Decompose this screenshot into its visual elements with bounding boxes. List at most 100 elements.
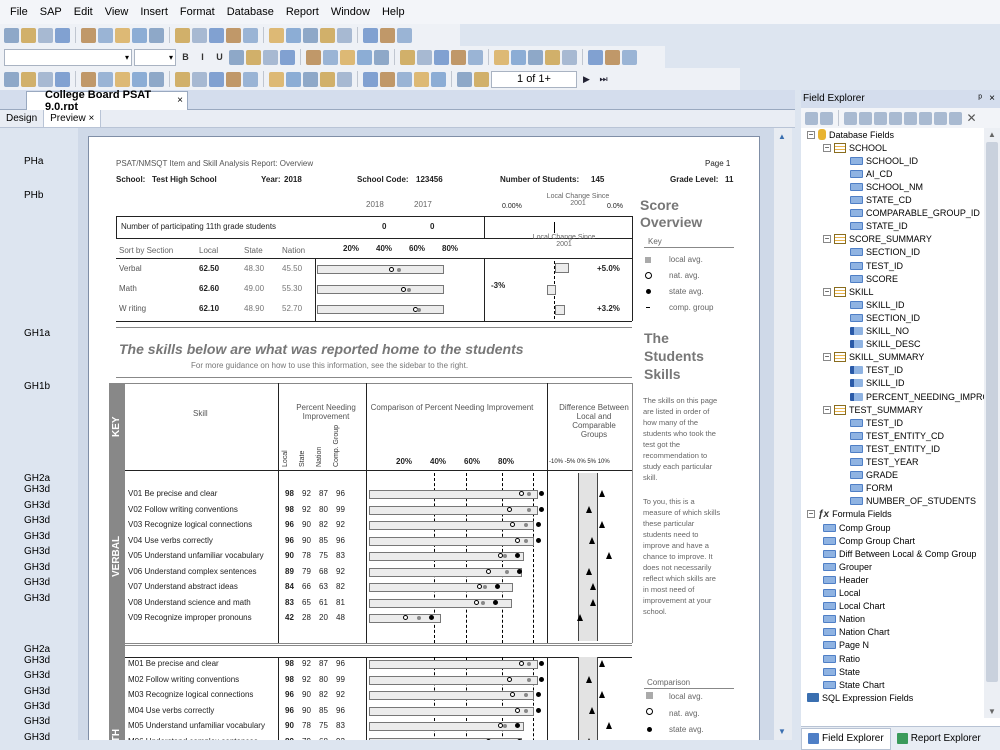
menu-insert[interactable]: Insert	[134, 0, 174, 24]
tree-node[interactable]: − ƒx Formula Fields	[807, 508, 892, 521]
format-tool-icon[interactable]	[246, 49, 261, 65]
toolbar-tool-icon[interactable]	[243, 27, 258, 43]
menu-format[interactable]: Format	[174, 0, 221, 24]
tree-node[interactable]: TEST_ID	[839, 416, 903, 429]
table-expander-icon[interactable]: −	[823, 353, 831, 362]
tree-node[interactable]: SKILL_DESC	[839, 338, 921, 351]
close-icon[interactable]: ×	[989, 90, 995, 108]
format-tool-icon[interactable]	[263, 49, 278, 65]
delete-icon[interactable]: ✕	[964, 111, 979, 126]
format-tool-icon[interactable]	[306, 49, 321, 65]
tree-node[interactable]: NUMBER_OF_STUDENTS	[839, 495, 976, 508]
nav-tool-icon[interactable]	[38, 71, 53, 87]
table-expander-icon[interactable]: −	[823, 405, 831, 414]
tree-node[interactable]: SCORE	[839, 272, 898, 285]
tree-node[interactable]: SCHOOL_ID	[839, 154, 918, 167]
nav-tool-icon[interactable]	[363, 71, 378, 87]
toolbar-tool-icon[interactable]	[192, 27, 207, 43]
toolbar-tool-icon[interactable]	[286, 27, 301, 43]
nav-tool-icon[interactable]	[209, 71, 224, 87]
toolbar-tool-icon[interactable]	[21, 27, 36, 43]
nav-tool-icon[interactable]	[4, 71, 19, 87]
format-tool-icon[interactable]	[374, 49, 389, 65]
tree-node[interactable]: Comp Group	[823, 521, 891, 534]
field-tree-scrollbar[interactable]: ▲ ▼	[984, 128, 1000, 718]
table-expander-icon[interactable]: −	[823, 143, 831, 152]
format-tool-icon[interactable]	[588, 49, 603, 65]
font-name-combo[interactable]: ▾	[4, 48, 132, 66]
format-tool-icon[interactable]	[545, 49, 560, 65]
format-tool-icon[interactable]	[417, 49, 432, 65]
tree-node[interactable]: TEST_ID	[839, 364, 903, 377]
format-tool-icon[interactable]	[280, 49, 295, 65]
format-tool-icon[interactable]	[468, 49, 483, 65]
toolbar-tool-icon[interactable]	[115, 27, 130, 43]
document-tab[interactable]: College Board PSAT 9.0.rpt ×	[26, 89, 188, 113]
field-tool-icon[interactable]	[874, 111, 887, 125]
nav-tool-icon[interactable]	[55, 71, 70, 87]
tree-node[interactable]: TEST_ID	[839, 259, 903, 272]
format-tool-icon[interactable]	[357, 49, 372, 65]
scroll-thumb[interactable]	[986, 142, 998, 682]
format-tool-icon[interactable]	[323, 49, 338, 65]
nav-tool-icon[interactable]	[269, 71, 284, 87]
tree-node[interactable]: PERCENT_NEEDING_IMPROV	[839, 390, 984, 403]
preview-vertical-scrollbar[interactable]: ▲ ▼	[774, 128, 792, 740]
document-tab-close-icon[interactable]: ×	[177, 95, 183, 106]
menu-database[interactable]: Database	[221, 0, 280, 24]
toolbar-tool-icon[interactable]	[209, 27, 224, 43]
tree-node[interactable]: State Chart	[823, 678, 885, 691]
nav-tool-icon[interactable]	[303, 71, 318, 87]
toolbar-tool-icon[interactable]	[380, 27, 395, 43]
field-tool-icon[interactable]	[889, 111, 902, 125]
menu-edit[interactable]: Edit	[68, 0, 99, 24]
tree-node[interactable]: − SKILL	[823, 285, 874, 298]
toolbar-tool-icon[interactable]	[269, 27, 284, 43]
table-expander-icon[interactable]: −	[823, 287, 831, 296]
format-tool-icon[interactable]	[340, 49, 355, 65]
tree-node[interactable]: SKILL_ID	[839, 377, 905, 390]
tab-preview-close-icon[interactable]: ×	[89, 113, 95, 124]
nav-tool-icon[interactable]	[474, 71, 489, 87]
format-i-icon[interactable]: I	[195, 50, 210, 65]
format-tool-icon[interactable]	[622, 49, 637, 65]
scroll-down-icon[interactable]: ▼	[988, 707, 996, 716]
field-tool-icon[interactable]	[844, 111, 857, 125]
nav-tool-icon[interactable]	[320, 71, 335, 87]
tree-node[interactable]: SQL Expression Fields	[807, 691, 913, 704]
field-tool-icon[interactable]	[820, 111, 833, 125]
nav-tool-icon[interactable]	[243, 71, 258, 87]
scroll-down-icon[interactable]: ▼	[778, 727, 786, 736]
table-expander-icon[interactable]: −	[823, 235, 831, 244]
format-b-icon[interactable]: B	[178, 50, 193, 65]
tree-node[interactable]: Diff Between Local & Comp Group	[823, 547, 976, 560]
tree-node[interactable]: State	[823, 665, 860, 678]
pin-icon[interactable]: ᵖ	[978, 90, 982, 108]
tree-node[interactable]: Nation Chart	[823, 626, 890, 639]
field-tool-icon[interactable]	[949, 111, 962, 125]
db-expander-icon[interactable]: −	[807, 130, 815, 139]
menu-report[interactable]: Report	[280, 0, 325, 24]
toolbar-tool-icon[interactable]	[38, 27, 53, 43]
format-tool-icon[interactable]	[605, 49, 620, 65]
toolbar-tool-icon[interactable]	[337, 27, 352, 43]
page-indicator-input[interactable]: 1 of 1+	[491, 70, 577, 88]
font-size-combo[interactable]: ▾	[134, 48, 176, 66]
format-u-icon[interactable]: U	[212, 50, 227, 65]
nav-tool-icon[interactable]	[149, 71, 164, 87]
tree-node[interactable]: AI_CD	[839, 167, 893, 180]
scroll-up-icon[interactable]: ▲	[988, 130, 996, 139]
tree-node[interactable]: FORM	[839, 482, 893, 495]
tree-node[interactable]: Local	[823, 587, 861, 600]
tree-node[interactable]: Page N	[823, 639, 869, 652]
nav-tool-icon[interactable]	[457, 71, 472, 87]
explorer-tab[interactable]: Report Explorer	[891, 728, 987, 750]
tree-node[interactable]: Grouper	[823, 560, 872, 573]
tab-preview[interactable]: Preview ×	[44, 110, 102, 127]
tree-node[interactable]: − SCORE_SUMMARY	[823, 233, 932, 246]
nav-tool-icon[interactable]	[81, 71, 96, 87]
nav-tool-icon[interactable]	[380, 71, 395, 87]
tab-design[interactable]: Design	[0, 110, 45, 127]
nav-tool-icon[interactable]	[286, 71, 301, 87]
nav-tool-icon[interactable]	[175, 71, 190, 87]
